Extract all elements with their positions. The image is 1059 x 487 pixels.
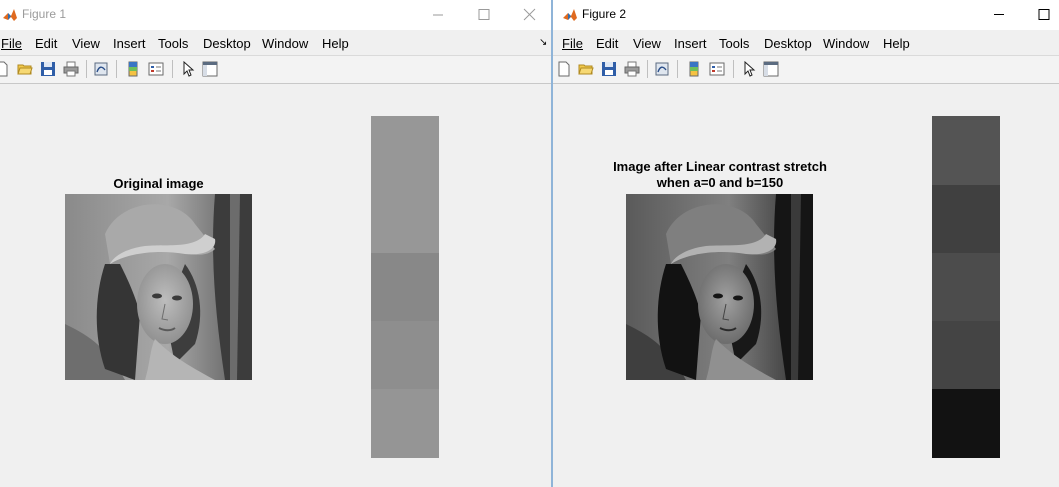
menu-insert-label: Insert <box>674 36 707 51</box>
stretched-image <box>626 194 813 380</box>
menu-desktop[interactable]: Desktop <box>764 36 812 51</box>
figure2-colorbar <box>932 116 1000 458</box>
menu-window-label: Window <box>823 36 870 51</box>
matlab-app-icon <box>2 7 18 23</box>
figure1-plot-title-line: Original image <box>113 176 204 191</box>
print-icon[interactable] <box>63 61 79 77</box>
menu-help-label: Help <box>322 36 349 51</box>
new-figure-icon[interactable] <box>556 61 572 77</box>
link-plot-icon[interactable] <box>93 61 109 77</box>
insert-colorbar-icon[interactable] <box>125 61 141 77</box>
menu-edit-label: Edit <box>35 36 58 51</box>
menu-tools-label: Tools <box>158 36 189 51</box>
menu-help[interactable]: Help <box>883 36 910 51</box>
toolbar-separator <box>116 60 117 78</box>
property-editor-icon[interactable] <box>763 61 779 77</box>
toolbar-separator <box>647 60 648 78</box>
menu-view[interactable]: View <box>633 36 661 51</box>
menu-tools-label: Tools <box>719 36 750 51</box>
menu-tools[interactable]: Tools <box>158 36 188 51</box>
menu-desktop-label: Desktop <box>203 36 251 51</box>
figure1-toolbar <box>0 55 551 84</box>
minimize-icon[interactable] <box>415 0 461 30</box>
menu-view-label: View <box>633 36 661 51</box>
menu-help[interactable]: Help <box>322 36 349 51</box>
toolbar-separator <box>677 60 678 78</box>
maximize-icon[interactable] <box>1021 0 1059 30</box>
original-image <box>65 194 252 380</box>
colorbar-segment <box>932 253 1000 321</box>
menu-edit[interactable]: Edit <box>35 36 57 51</box>
menu-insert[interactable]: Insert <box>674 36 707 51</box>
menu-file-label: File <box>562 36 583 51</box>
insert-colorbar-icon[interactable] <box>686 61 702 77</box>
colorbar-segment <box>932 116 1000 185</box>
colorbar-segment <box>371 389 439 458</box>
insert-legend-icon[interactable] <box>709 61 725 77</box>
menu-desktop-label: Desktop <box>764 36 812 51</box>
insert-legend-icon[interactable] <box>148 61 164 77</box>
save-icon[interactable] <box>40 61 56 77</box>
maximize-icon[interactable] <box>461 0 507 30</box>
property-editor-icon[interactable] <box>202 61 218 77</box>
save-icon[interactable] <box>601 61 617 77</box>
open-file-icon[interactable] <box>578 61 594 77</box>
toolbar-separator <box>733 60 734 78</box>
colorbar-segment <box>371 321 439 389</box>
figure2-plot-title-line: Image after Linear contrast stretch <box>613 159 827 174</box>
menu-edit-label: Edit <box>596 36 619 51</box>
menu-insert[interactable]: Insert <box>113 36 146 51</box>
menu-overflow-icon[interactable]: ↘ <box>539 37 547 48</box>
menu-view-label: View <box>72 36 100 51</box>
menu-file[interactable]: File <box>1 36 22 51</box>
colorbar-segment <box>932 321 1000 389</box>
menu-window-label: Window <box>262 36 309 51</box>
figure2-window: Figure 2 File Edit View Insert Tools Des… <box>553 0 1059 487</box>
edit-plot-arrow-icon[interactable] <box>180 61 196 77</box>
figure1-plot-title: Original image <box>65 176 252 192</box>
colorbar-segment <box>932 389 1000 458</box>
menu-help-label: Help <box>883 36 910 51</box>
figure1-titlebar[interactable]: Figure 1 <box>0 0 551 30</box>
close-icon[interactable] <box>507 0 551 30</box>
menu-desktop[interactable]: Desktop <box>203 36 251 51</box>
figure2-menubar: File Edit View Insert Tools Desktop Wind… <box>553 33 1059 53</box>
toolbar-separator <box>86 60 87 78</box>
figure2-plot-title: Image after Linear contrast stretch when… <box>605 159 835 191</box>
figure1-menubar: File Edit View Insert Tools Desktop Wind… <box>0 33 551 53</box>
print-icon[interactable] <box>624 61 640 77</box>
link-plot-icon[interactable] <box>654 61 670 77</box>
menu-insert-label: Insert <box>113 36 146 51</box>
new-figure-icon[interactable] <box>0 61 10 77</box>
menu-window[interactable]: Window <box>823 36 869 51</box>
open-file-icon[interactable] <box>17 61 33 77</box>
colorbar-segment <box>371 185 439 253</box>
figure2-titlebar[interactable]: Figure 2 <box>553 0 1059 30</box>
figure1-title: Figure 1 <box>22 7 67 21</box>
matlab-app-icon <box>562 7 578 23</box>
figure2-title: Figure 2 <box>582 7 627 21</box>
menu-file[interactable]: File <box>562 36 583 51</box>
menu-window[interactable]: Window <box>262 36 308 51</box>
menu-view[interactable]: View <box>72 36 100 51</box>
toolbar-separator <box>172 60 173 78</box>
edit-plot-arrow-icon[interactable] <box>741 61 757 77</box>
menu-edit[interactable]: Edit <box>596 36 618 51</box>
menu-file-label: File <box>1 36 22 51</box>
figure1-colorbar <box>371 116 439 458</box>
menu-tools[interactable]: Tools <box>719 36 749 51</box>
colorbar-segment <box>371 116 439 185</box>
figure2-plot-title-line: when a=0 and b=150 <box>656 175 784 190</box>
figure1-window: Figure 1 File Edit View Insert Tools Des… <box>0 0 551 487</box>
colorbar-segment <box>371 253 439 321</box>
colorbar-segment <box>932 185 1000 253</box>
minimize-icon[interactable] <box>976 0 1022 30</box>
figure2-toolbar <box>553 55 1059 84</box>
